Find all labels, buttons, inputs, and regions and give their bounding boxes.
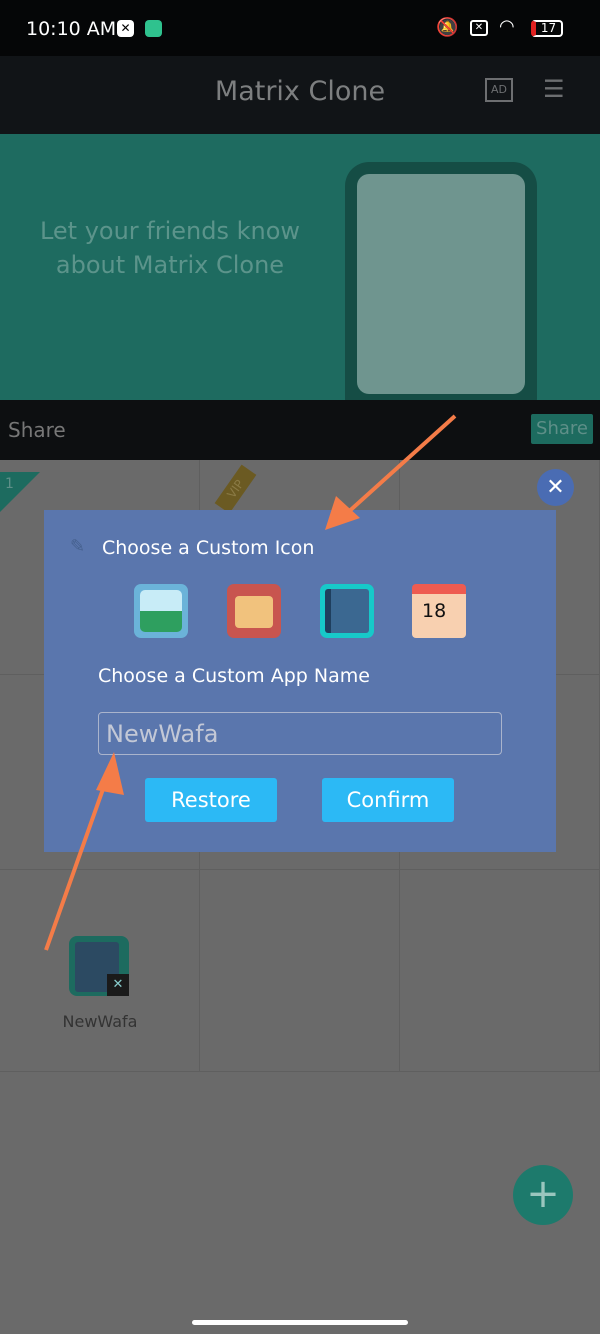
home-indicator[interactable] [192, 1320, 408, 1325]
arrow-to-name-input [44, 774, 110, 951]
arrow-head [96, 752, 124, 795]
arrow-to-icon-heading [343, 414, 457, 517]
annotation-arrows [44, 414, 457, 951]
arrow-head [325, 496, 360, 530]
